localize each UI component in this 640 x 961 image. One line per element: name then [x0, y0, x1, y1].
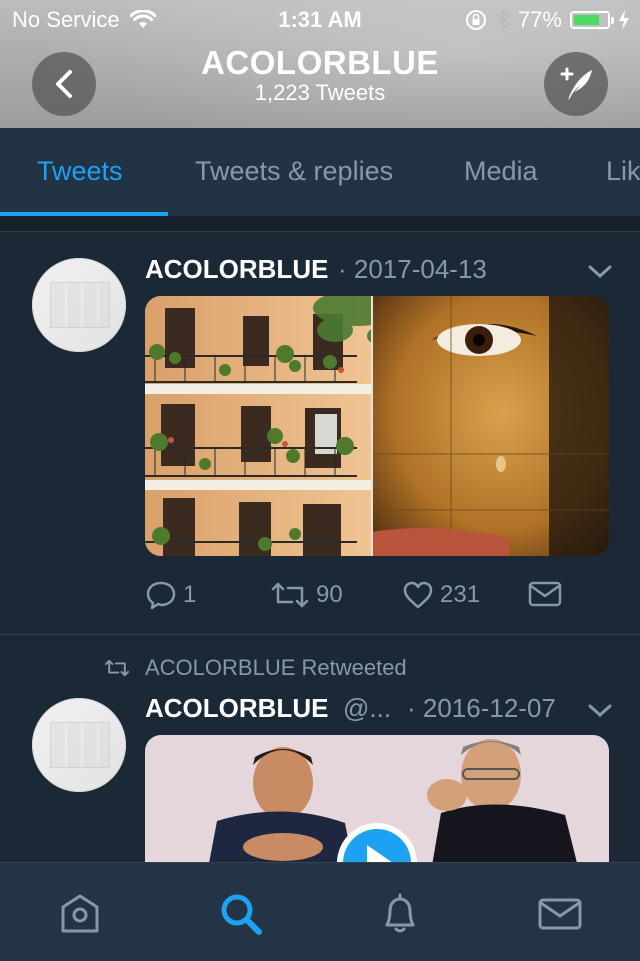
tweet-date: · 2016-12-07: [407, 693, 556, 723]
retweeted-by-label[interactable]: ACOLORBLUE Retweeted: [145, 655, 407, 681]
tab-tweets-replies[interactable]: Tweets & replies: [195, 156, 393, 187]
like-button[interactable]: 231: [402, 580, 480, 610]
avatar[interactable]: [32, 698, 126, 792]
tab-likes[interactable]: Likes: [606, 156, 640, 187]
search-icon[interactable]: [218, 891, 264, 937]
compose-feather-icon: [560, 67, 592, 100]
reply-count: 1: [183, 581, 197, 608]
retweet-icon: [104, 659, 130, 677]
tab-media[interactable]: Media: [464, 156, 538, 187]
retweet-count: 90: [316, 581, 343, 608]
battery-icon: [570, 11, 614, 29]
tweet-image[interactable]: [145, 296, 609, 556]
tweet-author-handle: @...: [343, 693, 392, 723]
tweet-author-name[interactable]: ACOLORBLUE: [145, 254, 328, 285]
tab-tweets[interactable]: Tweets: [37, 156, 123, 187]
status-bar: No Service 1:31 AM 77%: [0, 0, 640, 40]
chevron-down-icon[interactable]: [587, 264, 613, 280]
charging-bolt-icon: [619, 10, 629, 30]
tabs-divider: [0, 231, 640, 232]
profile-header: No Service 1:31 AM 77% ACOLORBLUE 1,223 …: [0, 0, 640, 128]
retweet-icon: [271, 582, 309, 608]
compose-tweet-button[interactable]: [544, 52, 608, 116]
messages-envelope-icon[interactable]: [537, 891, 583, 937]
profile-tabs: Tweets Tweets & replies Media Likes: [0, 128, 640, 216]
tweet-author-name[interactable]: ACOLORBLUE: [145, 693, 328, 724]
battery-percent: 77%: [517, 7, 562, 32]
bluetooth-icon: [497, 9, 510, 31]
home-icon[interactable]: [57, 891, 103, 937]
tweet-divider: [0, 634, 640, 635]
reply-icon: [146, 581, 176, 610]
bottom-tab-bar: [0, 862, 640, 961]
tweet-photo-collage: [145, 296, 609, 556]
header-title-block: ACOLORBLUE 1,223 Tweets: [0, 44, 640, 106]
notifications-bell-icon[interactable]: [377, 891, 423, 937]
chevron-down-icon[interactable]: [587, 703, 613, 719]
tabs-separator: [0, 216, 640, 232]
reply-button[interactable]: 1: [145, 580, 196, 610]
like-count: 231: [440, 581, 481, 608]
tweet-date: · 2017-04-13: [338, 254, 487, 284]
direct-message-button[interactable]: [528, 580, 562, 608]
retweet-button[interactable]: 90: [270, 580, 343, 610]
orientation-lock-icon: [465, 10, 486, 30]
avatar[interactable]: [32, 258, 126, 352]
heart-icon: [403, 581, 433, 609]
envelope-icon: [528, 581, 562, 607]
